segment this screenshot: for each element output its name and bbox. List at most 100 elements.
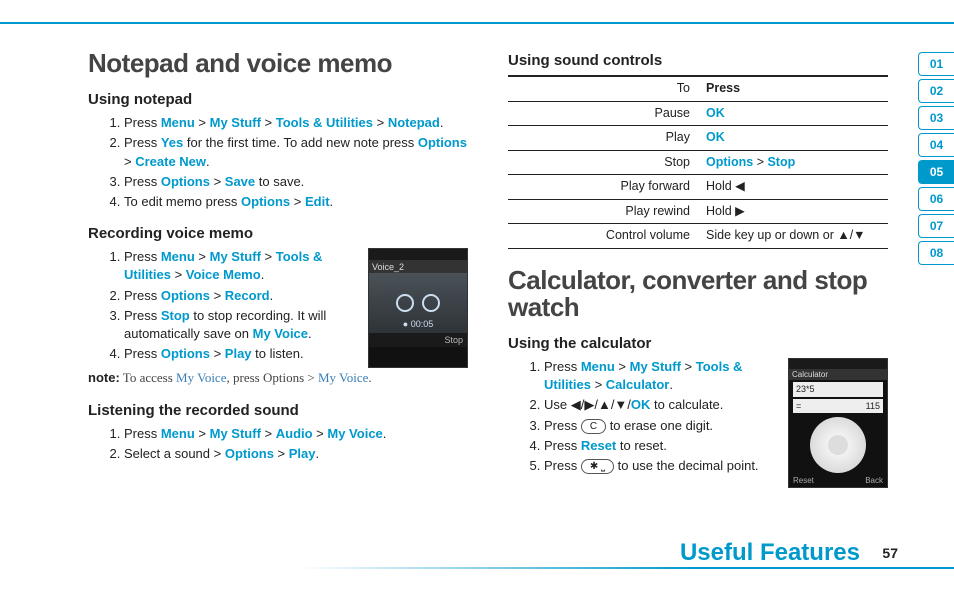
menu-link: Options: [161, 346, 210, 361]
cell: Hold ▶: [698, 199, 888, 224]
text: 115: [866, 400, 880, 413]
menu-link: Options: [706, 155, 753, 169]
menu-link: My Stuff: [210, 115, 261, 130]
phone-statusbar: [369, 249, 467, 261]
tape-reel-icon: [422, 294, 440, 312]
menu-link: Options: [161, 288, 210, 303]
softkey-right: Back: [865, 475, 883, 487]
subhead-sound-controls: Using sound controls: [508, 50, 888, 71]
menu-link: My Stuff: [210, 426, 261, 441]
page-content: Notepad and voice memo Using notepad Pre…: [0, 30, 954, 488]
text: >: [304, 370, 318, 385]
list-item: Select a sound > Options > Play.: [124, 445, 468, 463]
text: Press: [124, 135, 161, 150]
menu-link: Record: [225, 288, 270, 303]
col-press: Press: [698, 76, 888, 101]
menu-link: Calculator: [606, 377, 670, 392]
voice-memo-screenshot: Voice_2 ● 00:05 Stop: [368, 248, 468, 368]
table-row: Control volumeSide key up or down or ▲/▼: [508, 224, 888, 249]
table-row: Play forwardHold ◀: [508, 175, 888, 200]
table-row: Pause OK: [508, 101, 888, 126]
note: note: To access My Voice, press Options …: [88, 369, 468, 387]
menu-link: OK: [706, 130, 725, 144]
list-item: Press Options > Save to save.: [124, 173, 468, 191]
sound-controls-table: ToPress PauseOK PlayOK StopOptions > Sto…: [508, 75, 888, 249]
text: Press: [544, 418, 581, 433]
cell: Play: [508, 126, 698, 151]
text: Select a sound >: [124, 446, 225, 461]
top-rule: [0, 22, 954, 24]
text: .: [206, 154, 210, 169]
menu-link: Menu: [581, 359, 615, 374]
menu-link: Reset: [581, 438, 616, 453]
text: Press: [124, 115, 161, 130]
menu-link: Options: [418, 135, 467, 150]
text: .: [316, 446, 320, 461]
subhead-using-notepad: Using notepad: [88, 89, 468, 110]
text: Press: [544, 438, 581, 453]
tab-02[interactable]: 02: [918, 79, 954, 103]
list-item: To edit memo press Options > Edit.: [124, 193, 468, 211]
heading-calculator: Calculator, converter and stop watch: [508, 267, 888, 322]
table-row: Play OK: [508, 126, 888, 151]
tab-04[interactable]: 04: [918, 133, 954, 157]
text: Press: [124, 346, 161, 361]
cell: Control volume: [508, 224, 698, 249]
text: to use the decimal point.: [614, 458, 759, 473]
text: to erase one digit.: [606, 418, 713, 433]
text: Options: [263, 370, 304, 385]
text: to listen.: [252, 346, 304, 361]
menu-link: OK: [706, 106, 725, 120]
list-item: Press Menu > My Stuff > Tools & Utilitie…: [124, 114, 468, 132]
text: to save.: [255, 174, 304, 189]
footer-rule: [300, 567, 954, 569]
phone-title: Calculator: [789, 369, 887, 380]
menu-link: Stop: [161, 308, 190, 323]
calculator-screenshot: Calculator 23*5 =115 ResetBack: [788, 358, 888, 488]
phone-softkeys: ResetBack: [789, 475, 887, 487]
table-row: Play rewindHold ▶: [508, 199, 888, 224]
menu-link: My Voice: [327, 426, 382, 441]
cell: Pause: [508, 101, 698, 126]
heading-notepad-voice: Notepad and voice memo: [88, 50, 468, 77]
note-label: note:: [88, 370, 120, 385]
menu-link: OK: [631, 397, 651, 412]
tab-01[interactable]: 01: [918, 52, 954, 76]
menu-link: My Voice: [318, 370, 368, 385]
text: Use ◀/▶/▲/▼/: [544, 397, 631, 412]
tab-06[interactable]: 06: [918, 187, 954, 211]
phone-title: Voice_2: [369, 261, 467, 273]
phone-softkey: Stop: [369, 333, 467, 347]
menu-link: Stop: [767, 155, 795, 169]
menu-link: My Stuff: [630, 359, 681, 374]
dial-icon: [810, 417, 866, 473]
list-item: Press Menu > My Stuff > Audio > My Voice…: [124, 425, 468, 443]
menu-link: Play: [225, 346, 252, 361]
right-column: Using sound controls ToPress PauseOK Pla…: [508, 50, 888, 488]
text: .: [270, 288, 274, 303]
menu-link: Tools & Utilities: [276, 115, 373, 130]
tab-07[interactable]: 07: [918, 214, 954, 238]
tab-08[interactable]: 08: [918, 241, 954, 265]
menu-link: My Voice: [253, 326, 308, 341]
text: Press: [124, 174, 161, 189]
menu-link: Yes: [161, 135, 183, 150]
text: Press: [124, 426, 161, 441]
menu-link: Menu: [161, 115, 195, 130]
menu-link: Edit: [305, 194, 330, 209]
tab-05[interactable]: 05: [918, 160, 954, 184]
text: .: [308, 326, 312, 341]
menu-link: Notepad: [388, 115, 440, 130]
subhead-listening: Listening the recorded sound: [88, 400, 468, 421]
page-footer: Useful Features 57: [0, 539, 954, 579]
calc-display-line: 23*5: [793, 382, 883, 397]
tab-03[interactable]: 03: [918, 106, 954, 130]
tape-reel-icon: [396, 294, 414, 312]
menu-link: My Voice: [176, 370, 226, 385]
text: .: [440, 115, 444, 130]
menu-link: My Stuff: [210, 249, 261, 264]
menu-link: Play: [289, 446, 316, 461]
page-number: 57: [882, 545, 898, 561]
text: Press: [124, 308, 161, 323]
list-item: Press Yes for the first time. To add new…: [124, 134, 468, 170]
